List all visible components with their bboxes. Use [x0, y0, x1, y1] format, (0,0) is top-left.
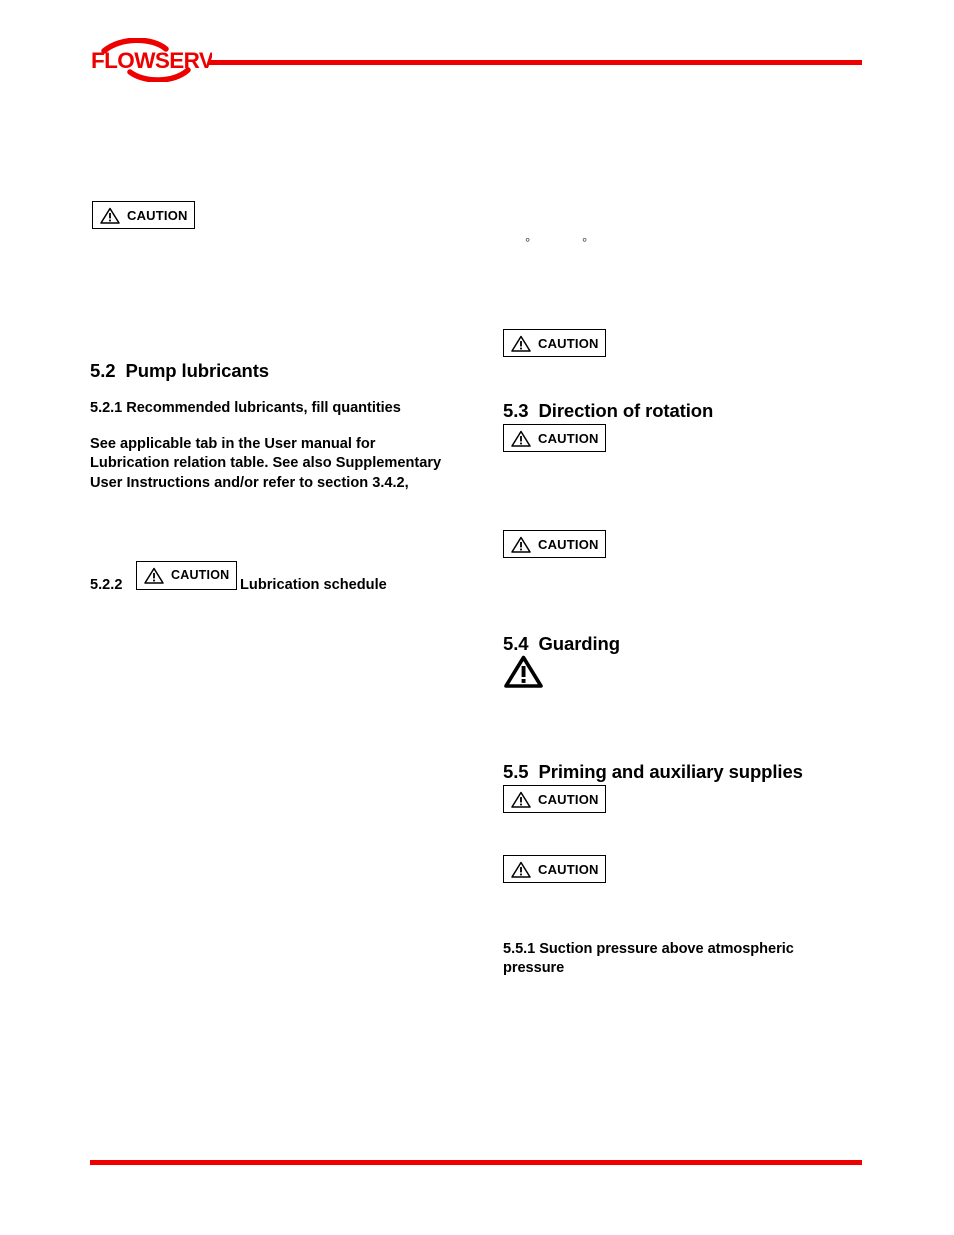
caution-box-5-3-b: CAUTION	[503, 530, 606, 558]
heading-5-2-2-number: 5.2.2	[90, 577, 123, 593]
svg-text:FLOWSERVE: FLOWSERVE	[91, 48, 212, 73]
caution-box-right-top: CAUTION	[503, 329, 606, 357]
caution-box-5-3-a: CAUTION	[503, 424, 606, 452]
warning-triangle-icon	[511, 335, 531, 352]
warning-triangle-icon	[100, 207, 120, 224]
degree-mark-1: °	[525, 235, 531, 250]
flowserve-logo: FLOWSERVE	[90, 38, 212, 82]
warning-triangle-icon	[511, 536, 531, 553]
degree-mark-2: °	[582, 235, 588, 250]
heading-5-5-number: 5.5	[503, 761, 529, 782]
heading-5-2-number: 5.2	[90, 360, 116, 381]
heading-5-4-number: 5.4	[503, 633, 529, 654]
warning-triangle-icon	[144, 567, 164, 584]
caution-box-left-top: CAUTION	[92, 201, 195, 229]
caution-label: CAUTION	[171, 568, 230, 583]
heading-5-4: 5.4 Guarding	[503, 633, 620, 655]
footer-rule	[90, 1160, 862, 1165]
section-5-2-1-body: See applicable tab in the User manual fo…	[90, 436, 442, 491]
caution-box-5-2-2-inline: CAUTION	[136, 561, 237, 590]
caution-box-5-5-a: CAUTION	[503, 785, 606, 813]
warning-triangle-icon	[511, 791, 531, 808]
caution-label: CAUTION	[538, 791, 599, 807]
document-page: FLOWSERVE CAUTION 5.2 Pump lubricants 5.…	[0, 0, 954, 1235]
caution-label: CAUTION	[538, 861, 599, 877]
warning-triangle-icon	[504, 655, 543, 694]
heading-5-2-title: Pump lubricants	[125, 360, 270, 381]
heading-5-3: 5.3 Direction of rotation	[503, 400, 713, 422]
heading-5-5-1: 5.5.1 Suction pressure above atmospheric…	[503, 941, 794, 977]
heading-5-2-1: 5.2.1 Recommended lubricants, fill quant…	[90, 400, 401, 416]
caution-box-5-5-b: CAUTION	[503, 855, 606, 883]
heading-5-2-2-title: Lubrication schedule	[240, 577, 387, 593]
heading-5-4-title: Guarding	[538, 633, 621, 654]
heading-5-3-number: 5.3	[503, 400, 529, 421]
caution-label: CAUTION	[538, 536, 599, 552]
caution-label: CAUTION	[538, 430, 599, 446]
heading-5-3-title: Direction of rotation	[538, 400, 714, 421]
caution-label: CAUTION	[538, 335, 599, 351]
heading-5-2: 5.2 Pump lubricants	[90, 360, 269, 382]
heading-5-5-title: Priming and auxiliary supplies	[538, 761, 803, 782]
heading-5-5: 5.5 Priming and auxiliary supplies	[503, 761, 803, 783]
caution-label: CAUTION	[127, 207, 188, 223]
warning-triangle-icon	[511, 861, 531, 878]
warning-triangle-icon	[511, 430, 531, 447]
header-rule	[208, 60, 862, 65]
